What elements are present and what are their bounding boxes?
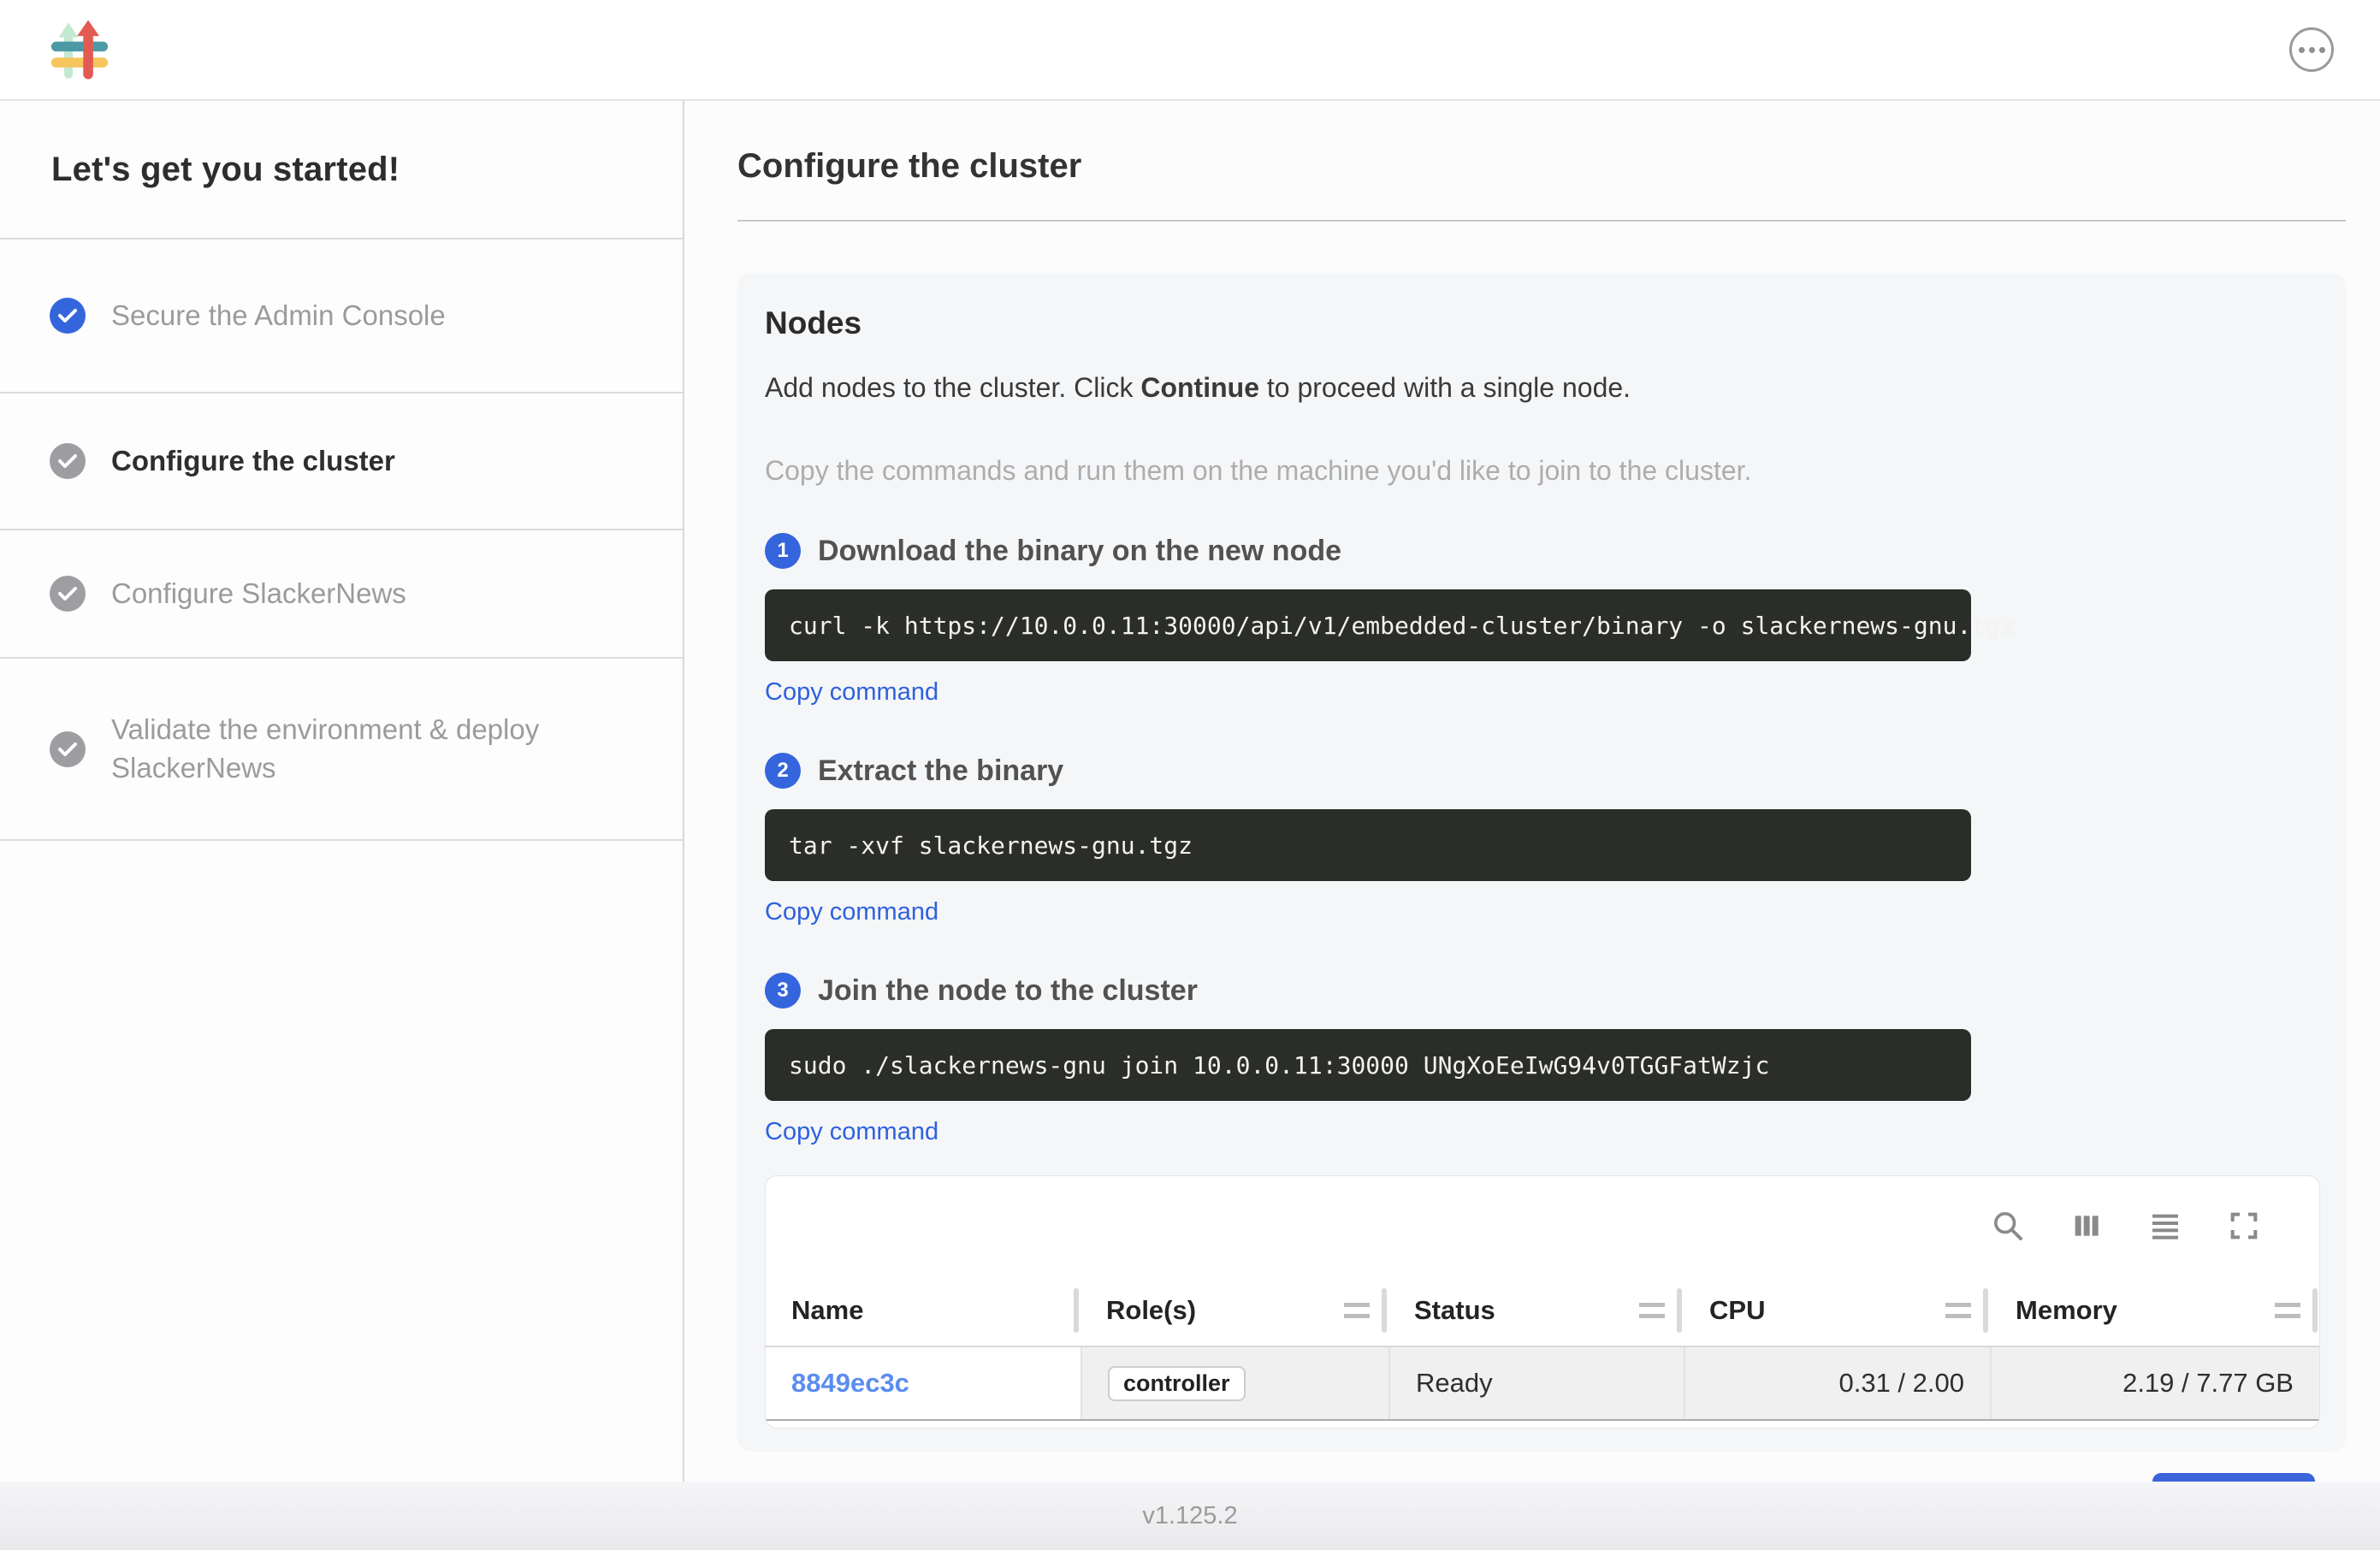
search-icon[interactable] — [1989, 1207, 2027, 1245]
column-header-cpu[interactable]: CPU — [1684, 1275, 1990, 1346]
role-chip: controller — [1108, 1366, 1246, 1401]
table-row: 8849ec3c controller Ready 0.31 / 2.00 2.… — [766, 1346, 2319, 1421]
step-2-code-block: tar -xvf slackernews-gnu.tgz — [765, 809, 1971, 881]
column-header-roles[interactable]: Role(s) — [1080, 1275, 1388, 1346]
sidebar-title: Let's get you started! — [0, 101, 683, 238]
table-toolbar — [766, 1176, 2319, 1275]
ellipsis-icon — [2299, 47, 2305, 53]
nodes-description: Add nodes to the cluster. Click Continue… — [765, 372, 2315, 404]
sidebar-item-validate-deploy[interactable]: Validate the environment & deploy Slacke… — [0, 657, 683, 841]
step-1-code-block: curl -k https://10.0.0.11:30000/api/v1/e… — [765, 589, 1971, 661]
copy-command-link-3[interactable]: Copy command — [765, 1118, 938, 1146]
column-resize-handle[interactable] — [2312, 1288, 2318, 1333]
step-title: Download the binary on the new node — [818, 535, 1341, 568]
sidebar-item-label: Configure the cluster — [111, 442, 395, 481]
table-header-row: Name Role(s) Status CPU — [766, 1275, 2319, 1346]
column-resize-handle[interactable] — [1677, 1288, 1682, 1333]
step-2-header: 2 Extract the binary — [765, 753, 2315, 789]
sidebar-item-label: Validate the environment & deploy Slacke… — [111, 711, 633, 787]
card-actions: Continue — [765, 1473, 2315, 1482]
setup-sidebar: Let's get you started! Secure the Admin … — [0, 101, 684, 1482]
slackernews-logo — [50, 19, 110, 80]
check-circle-icon — [50, 576, 86, 612]
version-label: v1.125.2 — [1142, 1502, 1237, 1530]
step-1-header: 1 Download the binary on the new node — [765, 533, 2315, 569]
sidebar-item-label: Secure the Admin Console — [111, 297, 446, 335]
main-content: Configure the cluster Nodes Add nodes to… — [686, 101, 2380, 1482]
copy-command-link-2[interactable]: Copy command — [765, 898, 938, 926]
top-header — [0, 0, 2380, 101]
node-name-cell: 8849ec3c — [766, 1347, 1080, 1419]
step-2-command: tar -xvf slackernews-gnu.tgz — [789, 831, 1193, 860]
nodes-card: Nodes Add nodes to the cluster. Click Co… — [737, 273, 2346, 1452]
copy-instruction-text: Copy the commands and run them on the ma… — [765, 455, 2315, 487]
table-bottom-padding — [766, 1421, 2319, 1428]
step-3-header: 3 Join the node to the cluster — [765, 973, 2315, 1009]
check-circle-icon — [50, 443, 86, 479]
column-resize-handle[interactable] — [1074, 1288, 1079, 1333]
step-3-command: sudo ./slackernews-gnu join 10.0.0.11:30… — [789, 1051, 1769, 1080]
copy-command-link-1[interactable]: Copy command — [765, 678, 938, 707]
title-divider — [737, 220, 2346, 222]
column-header-memory[interactable]: Memory — [1990, 1275, 2319, 1346]
step-1-command: curl -k https://10.0.0.11:30000/api/v1/e… — [789, 612, 2015, 640]
sidebar-item-configure-cluster[interactable]: Configure the cluster — [0, 392, 683, 529]
check-circle-icon — [50, 298, 86, 334]
column-header-status[interactable]: Status — [1388, 1275, 1684, 1346]
column-menu-icon[interactable] — [1639, 1303, 1665, 1318]
check-circle-icon — [50, 731, 86, 767]
page-title: Configure the cluster — [737, 101, 2346, 186]
column-resize-handle[interactable] — [1382, 1288, 1387, 1333]
column-resize-handle[interactable] — [1983, 1288, 1988, 1333]
column-menu-icon[interactable] — [2275, 1303, 2300, 1318]
node-cpu-cell: 0.31 / 2.00 — [1684, 1347, 1990, 1419]
nodes-card-title: Nodes — [765, 273, 2315, 341]
sidebar-item-label: Configure SlackerNews — [111, 575, 406, 613]
column-menu-icon[interactable] — [1945, 1303, 1971, 1318]
node-roles-cell: controller — [1080, 1347, 1388, 1419]
node-name-link[interactable]: 8849ec3c — [791, 1368, 909, 1399]
column-menu-icon[interactable] — [1344, 1303, 1370, 1318]
step-title: Extract the binary — [818, 754, 1063, 788]
continue-button[interactable]: Continue — [2152, 1473, 2315, 1482]
node-memory-cell: 2.19 / 7.77 GB — [1990, 1347, 2319, 1419]
density-icon[interactable] — [2146, 1207, 2184, 1245]
step-number-badge: 1 — [765, 533, 801, 569]
nodes-table: Name Role(s) Status CPU — [765, 1175, 2320, 1429]
step-number-badge: 3 — [765, 973, 801, 1009]
sidebar-item-secure-admin-console[interactable]: Secure the Admin Console — [0, 238, 683, 392]
fullscreen-icon[interactable] — [2225, 1207, 2263, 1245]
sidebar-item-configure-slackernews[interactable]: Configure SlackerNews — [0, 529, 683, 657]
step-number-badge: 2 — [765, 753, 801, 789]
step-title: Join the node to the cluster — [818, 974, 1198, 1008]
app-footer: v1.125.2 — [0, 1482, 2380, 1550]
node-status-cell: Ready — [1388, 1347, 1684, 1419]
columns-icon[interactable] — [2068, 1207, 2105, 1245]
setup-steps-list: Secure the Admin Console Configure the c… — [0, 238, 683, 841]
more-options-button[interactable] — [2289, 27, 2334, 72]
step-3-code-block: sudo ./slackernews-gnu join 10.0.0.11:30… — [765, 1029, 1971, 1101]
column-header-name[interactable]: Name — [766, 1275, 1080, 1346]
